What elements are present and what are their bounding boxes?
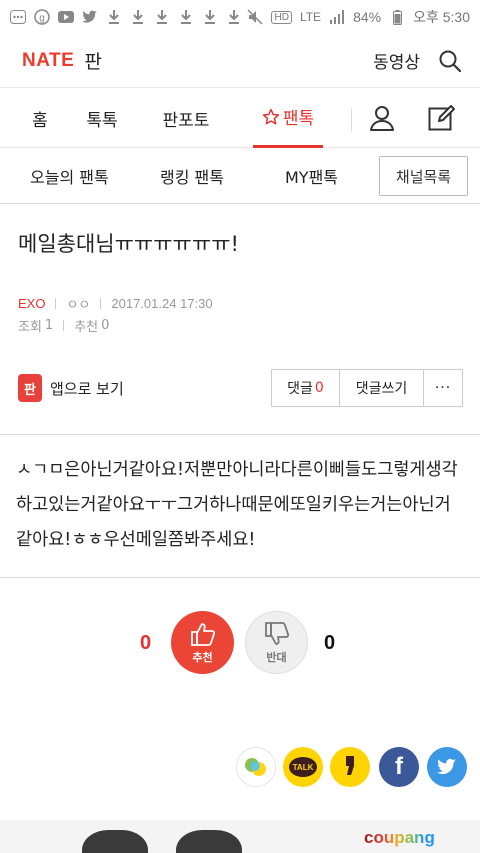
nate-icon xyxy=(243,756,269,778)
battery-percent: 84% xyxy=(353,9,382,25)
download-icon xyxy=(154,9,170,25)
comments-button[interactable]: 댓글 0 xyxy=(272,370,340,406)
star-icon xyxy=(262,108,280,126)
kakaostory-icon xyxy=(343,755,357,779)
tab-fantalk[interactable]: 팬톡 xyxy=(253,88,323,148)
ad-brand-logo: coupang xyxy=(364,828,435,848)
signal-icon xyxy=(329,9,345,25)
download-icon xyxy=(106,9,122,25)
sub-nav: 오늘의 팬톡 랭킹 팬톡 MY팬톡 채널목록 xyxy=(0,148,480,204)
upvote-button[interactable]: 추천 xyxy=(171,611,234,674)
g-icon: g xyxy=(34,9,50,25)
app-view-link[interactable]: 판 앱으로 보기 xyxy=(18,374,124,402)
thumbs-up-icon xyxy=(189,621,217,647)
status-right: HD LTE 84% 오후 5:30 xyxy=(247,7,470,27)
more-options-button[interactable]: ··· xyxy=(424,370,462,406)
thumbs-down-icon xyxy=(263,621,291,647)
facebook-icon: f xyxy=(395,753,403,780)
meta-divider xyxy=(100,298,102,309)
article-stats: 조회 1 추천 0 xyxy=(18,316,109,335)
article-datetime: 2017.01.24 17:30 xyxy=(111,296,213,311)
downvote-label: 반대 xyxy=(266,650,287,664)
share-kakaotalk-button[interactable]: TALK xyxy=(283,747,323,787)
lte-icon: LTE xyxy=(299,10,322,24)
kakaotalk-icon: TALK xyxy=(289,757,317,777)
recommend-count: 0 xyxy=(101,318,110,333)
subnav-my-fantalk[interactable]: MY팬톡 xyxy=(285,148,338,204)
downvote-count: 0 xyxy=(324,632,336,654)
subnav-today-fantalk[interactable]: 오늘의 팬톡 xyxy=(30,148,109,204)
nav-divider xyxy=(351,108,352,132)
share-kakaostory-button[interactable] xyxy=(330,747,370,787)
comments-count: 0 xyxy=(314,380,324,396)
tab-label: 톡톡 xyxy=(86,110,118,131)
article-author: ㅇㅇ xyxy=(66,297,91,312)
tab-panphoto[interactable]: 판포토 xyxy=(155,88,217,148)
comments-label: 댓글 xyxy=(287,381,313,397)
user-icon[interactable] xyxy=(362,88,402,148)
twitter-bird-icon xyxy=(436,758,458,776)
hd-icon: HD xyxy=(271,10,292,24)
views-count: 1 xyxy=(44,318,54,333)
main-nav: 홈 톡톡 판포토 팬톡 xyxy=(0,88,480,148)
header-actions: 동영상 xyxy=(373,48,462,73)
meta-divider xyxy=(63,320,65,331)
share-twitter-button[interactable] xyxy=(427,747,467,787)
download-icon xyxy=(202,9,218,25)
nate-logo[interactable]: NATE xyxy=(22,50,74,72)
share-facebook-button[interactable]: f xyxy=(379,747,419,787)
download-icon xyxy=(226,9,242,25)
ad-image xyxy=(82,830,148,853)
clock: 오후 5:30 xyxy=(413,9,470,25)
app-header: NATE 판 동영상 xyxy=(0,34,480,88)
kakaotalk-label: TALK xyxy=(292,762,314,772)
share-nate-button[interactable] xyxy=(236,747,276,787)
article-title: 메일총대님ㅠㅠㅠㅠㅠㅠ! xyxy=(18,232,239,256)
download-icon xyxy=(178,9,194,25)
write-comment-button[interactable]: 댓글쓰기 xyxy=(340,370,424,406)
upvote-label: 추천 xyxy=(192,650,213,664)
tab-label: 판포토 xyxy=(162,110,210,131)
article-meta: EXO ㅇㅇ 2017.01.24 17:30 xyxy=(18,294,213,313)
views-label: 조회 xyxy=(18,320,42,335)
ad-banner[interactable]: coupang xyxy=(0,820,480,853)
tab-label: 홈 xyxy=(32,110,48,131)
content-divider xyxy=(0,577,480,578)
status-left: g xyxy=(10,9,242,25)
downvote-button[interactable]: 반대 xyxy=(245,611,308,674)
section-title[interactable]: 판 xyxy=(84,47,101,74)
ad-image xyxy=(176,830,242,853)
channel-list-button[interactable]: 채널목록 xyxy=(379,156,468,196)
search-icon[interactable] xyxy=(438,49,462,73)
pan-app-icon: 판 xyxy=(18,374,42,402)
meta-divider xyxy=(55,298,57,309)
download-icon xyxy=(130,9,146,25)
status-bar: g HD LTE 84% 오후 5:30 xyxy=(0,0,480,34)
video-link[interactable]: 동영상 xyxy=(373,48,420,73)
tab-label: 팬톡 xyxy=(282,109,315,129)
subnav-ranking-fantalk[interactable]: 랭킹 팬톡 xyxy=(160,148,224,204)
svg-text:g: g xyxy=(39,13,45,24)
write-icon[interactable] xyxy=(422,88,462,148)
app-view-label: 앱으로 보기 xyxy=(50,379,124,398)
twitter-icon xyxy=(82,9,98,25)
content-divider xyxy=(0,434,480,435)
youtube-icon xyxy=(58,9,74,25)
comment-bar: 댓글 0 댓글쓰기 ··· xyxy=(271,369,463,407)
tab-toktok[interactable]: 톡톡 xyxy=(80,88,124,148)
coupang-wordmark: coupang xyxy=(364,828,435,847)
article-category[interactable]: EXO xyxy=(18,296,45,311)
more-icon xyxy=(10,9,26,25)
article-body: ㅅㄱㅁ은아닌거같아요!저뿐만아니라다른이삐들도그렇게생각하고있는거같아요ㅜㅜ그거… xyxy=(16,460,458,550)
mute-icon xyxy=(247,9,264,25)
upvote-count: 0 xyxy=(140,632,152,654)
battery-icon xyxy=(389,9,405,25)
tab-home[interactable]: 홈 xyxy=(18,88,62,148)
recommend-label: 추천 xyxy=(74,320,99,335)
